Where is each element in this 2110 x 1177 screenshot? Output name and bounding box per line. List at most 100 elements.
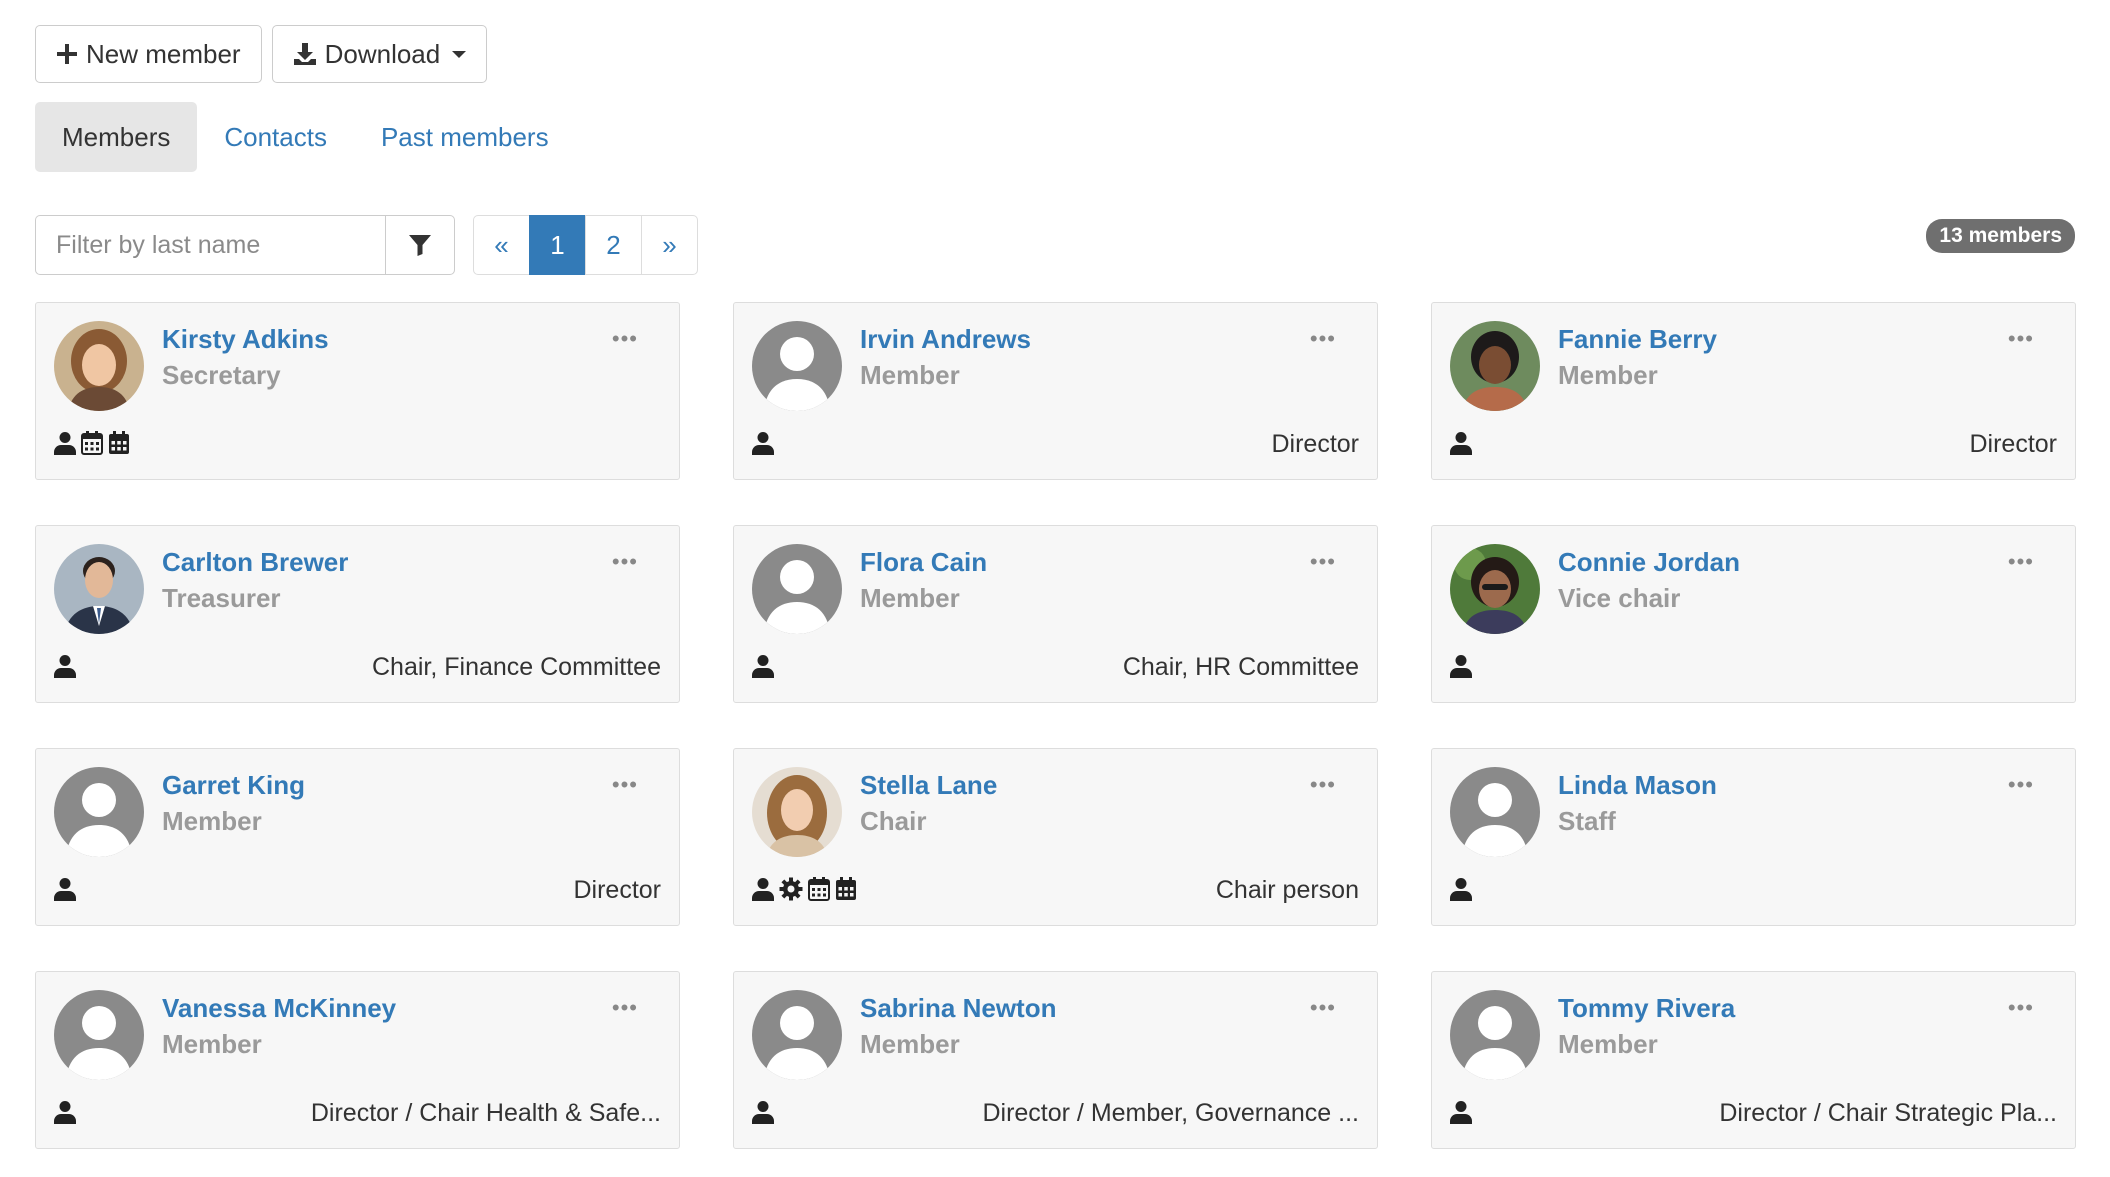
user-icon [752, 431, 774, 455]
member-photo[interactable] [54, 544, 144, 634]
member-status-icons [54, 1100, 76, 1124]
member-role: Member [162, 806, 262, 836]
last-name-filter [35, 215, 455, 275]
calendar-grid-icon [835, 877, 857, 901]
member-name-link[interactable]: Carlton Brewer [162, 547, 348, 578]
more-options-icon[interactable]: ••• [2008, 774, 2034, 796]
member-card: Stella Lane Chair ••• Chair person [733, 748, 1378, 926]
download-dropdown-button[interactable]: Download [271, 25, 488, 83]
page-next[interactable]: » [641, 215, 698, 275]
member-grid: Kirsty Adkins Secretary ••• Irvin Andrews Me… [35, 302, 2076, 1149]
member-role: Member [1558, 360, 1658, 390]
member-name-link[interactable]: Fannie Berry [1558, 324, 1717, 355]
member-role: Chair [860, 806, 927, 836]
calendar-icon [81, 431, 103, 455]
filter-input[interactable] [35, 215, 385, 275]
member-status-icons [54, 877, 76, 901]
default-avatar-icon[interactable] [54, 990, 144, 1080]
member-status-icons [54, 431, 130, 455]
download-icon [293, 43, 316, 65]
member-role: Member [860, 360, 960, 390]
member-count-badge: 13 members [1926, 219, 2075, 253]
user-icon [1450, 654, 1472, 678]
member-name-link[interactable]: Vanessa McKinney [162, 993, 396, 1024]
user-icon [54, 1100, 76, 1124]
user-icon [54, 877, 76, 901]
default-avatar-icon[interactable] [752, 990, 842, 1080]
member-name-link[interactable]: Tommy Rivera [1558, 993, 1735, 1024]
member-name-link[interactable]: Garret King [162, 770, 305, 801]
default-avatar-icon[interactable] [1450, 767, 1540, 857]
member-status-icons [54, 654, 76, 678]
member-card: Connie Jordan Vice chair ••• [1431, 525, 2076, 703]
more-options-icon[interactable]: ••• [1310, 774, 1336, 796]
member-role: Member [1558, 1029, 1658, 1059]
user-icon [54, 654, 76, 678]
tab-past-members[interactable]: Past members [354, 102, 576, 172]
more-options-icon[interactable]: ••• [2008, 997, 2034, 1019]
tab-members[interactable]: Members [35, 102, 198, 172]
more-options-icon[interactable]: ••• [612, 328, 638, 350]
member-status-icons [752, 1100, 774, 1124]
member-card: Fannie Berry Member ••• Director [1431, 302, 2076, 480]
member-name-link[interactable]: Flora Cain [860, 547, 987, 578]
more-options-icon[interactable]: ••• [612, 774, 638, 796]
user-icon [1450, 431, 1472, 455]
filter-icon [409, 235, 431, 256]
member-name-link[interactable]: Stella Lane [860, 770, 997, 801]
member-name-link[interactable]: Irvin Andrews [860, 324, 1031, 355]
member-name-link[interactable]: Linda Mason [1558, 770, 1717, 801]
default-avatar-icon[interactable] [1450, 990, 1540, 1080]
tab-contacts[interactable]: Contacts [197, 102, 354, 172]
more-options-icon[interactable]: ••• [1310, 551, 1336, 573]
member-role: Staff [1558, 806, 1616, 836]
member-position: Director / Chair Strategic Pla... [1719, 1099, 2057, 1127]
calendar-icon [808, 877, 830, 901]
member-position: Director [1969, 430, 2057, 458]
member-photo[interactable] [1450, 544, 1540, 634]
member-role: Member [162, 1029, 262, 1059]
default-avatar-icon[interactable] [752, 544, 842, 634]
member-status-icons [1450, 1100, 1472, 1124]
new-member-button[interactable]: New member [35, 25, 262, 83]
member-position: Chair person [1215, 876, 1359, 904]
member-card: Irvin Andrews Member ••• Director [733, 302, 1378, 480]
member-card: Linda Mason Staff ••• [1431, 748, 2076, 926]
filter-button[interactable] [385, 215, 455, 275]
more-options-icon[interactable]: ••• [1310, 997, 1336, 1019]
member-card: Tommy Rivera Member ••• Director / Chair St… [1431, 971, 2076, 1149]
member-photo[interactable] [1450, 321, 1540, 411]
more-options-icon[interactable]: ••• [1310, 328, 1336, 350]
user-icon [1450, 877, 1472, 901]
member-position: Chair, HR Committee [1122, 653, 1359, 681]
page-1[interactable]: 1 [529, 215, 586, 275]
pagination: « 1 2 » [473, 215, 698, 275]
member-card: Flora Cain Member ••• Chair, HR Committee [733, 525, 1378, 703]
member-position: Director [1271, 430, 1359, 458]
more-options-icon[interactable]: ••• [2008, 551, 2034, 573]
member-name-link[interactable]: Sabrina Newton [860, 993, 1056, 1024]
member-photo[interactable] [54, 321, 144, 411]
more-options-icon[interactable]: ••• [2008, 328, 2034, 350]
user-icon [1450, 1100, 1472, 1124]
calendar-grid-icon [108, 431, 130, 455]
member-name-link[interactable]: Connie Jordan [1558, 547, 1740, 578]
member-position: Chair, Finance Committee [371, 653, 661, 681]
default-avatar-icon[interactable] [54, 767, 144, 857]
member-status-icons [752, 654, 774, 678]
member-role: Vice chair [1558, 583, 1681, 613]
member-status-icons [1450, 431, 1472, 455]
member-card: Carlton Brewer Treasurer ••• Chair, Finance… [35, 525, 680, 703]
more-options-icon[interactable]: ••• [612, 551, 638, 573]
member-card: Sabrina Newton Member ••• Director / Member… [733, 971, 1378, 1149]
member-photo[interactable] [752, 767, 842, 857]
user-icon [752, 654, 774, 678]
member-card: Kirsty Adkins Secretary ••• [35, 302, 680, 480]
page-prev[interactable]: « [473, 215, 530, 275]
more-options-icon[interactable]: ••• [612, 997, 638, 1019]
default-avatar-icon[interactable] [752, 321, 842, 411]
page-2[interactable]: 2 [585, 215, 642, 275]
member-position: Director [573, 876, 661, 904]
member-role: Member [860, 1029, 960, 1059]
member-name-link[interactable]: Kirsty Adkins [162, 324, 329, 355]
